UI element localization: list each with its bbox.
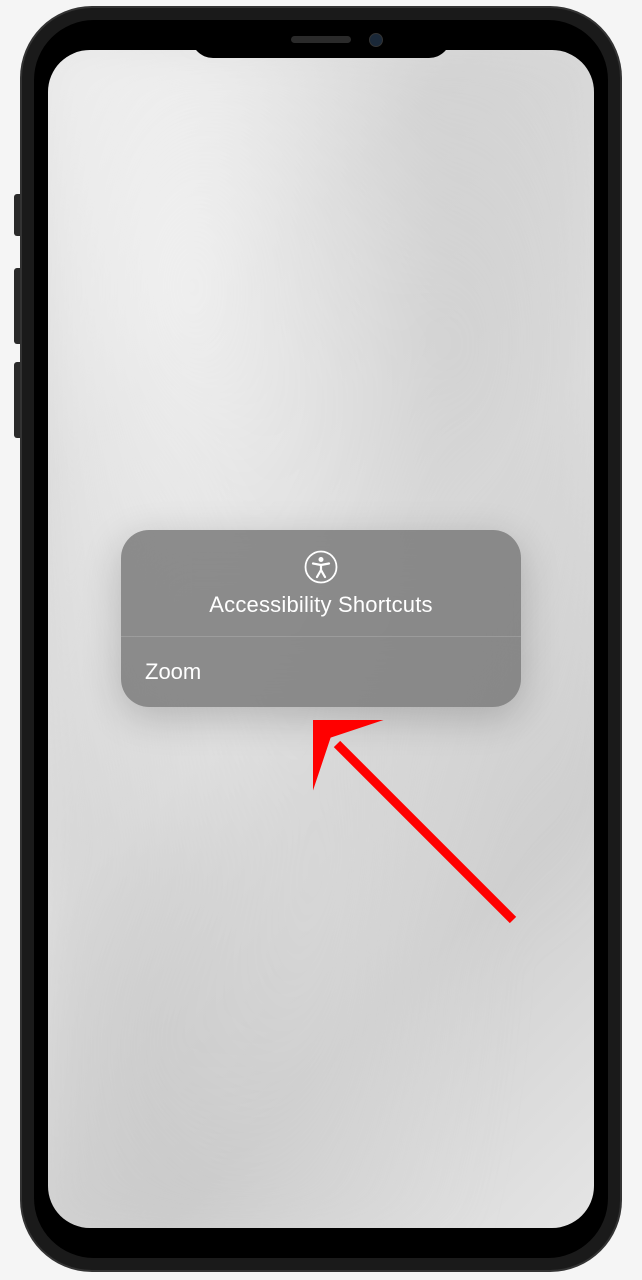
volume-up-button	[14, 268, 20, 344]
phone-speaker	[291, 36, 351, 43]
popup-title: Accessibility Shortcuts	[141, 592, 501, 618]
phone-camera	[369, 33, 383, 47]
phone-frame: Accessibility Shortcuts Zoom	[22, 8, 620, 1270]
phone-notch	[191, 20, 451, 58]
volume-down-button	[14, 362, 20, 438]
shortcut-item-label: Zoom	[145, 659, 201, 684]
mute-switch	[14, 194, 20, 236]
accessibility-icon	[304, 550, 338, 584]
shortcut-item-zoom[interactable]: Zoom	[121, 637, 521, 707]
popup-header: Accessibility Shortcuts	[121, 530, 521, 637]
accessibility-shortcuts-popup: Accessibility Shortcuts Zoom	[121, 530, 521, 707]
phone-screen: Accessibility Shortcuts Zoom	[48, 50, 594, 1228]
phone-bezel: Accessibility Shortcuts Zoom	[34, 20, 608, 1258]
